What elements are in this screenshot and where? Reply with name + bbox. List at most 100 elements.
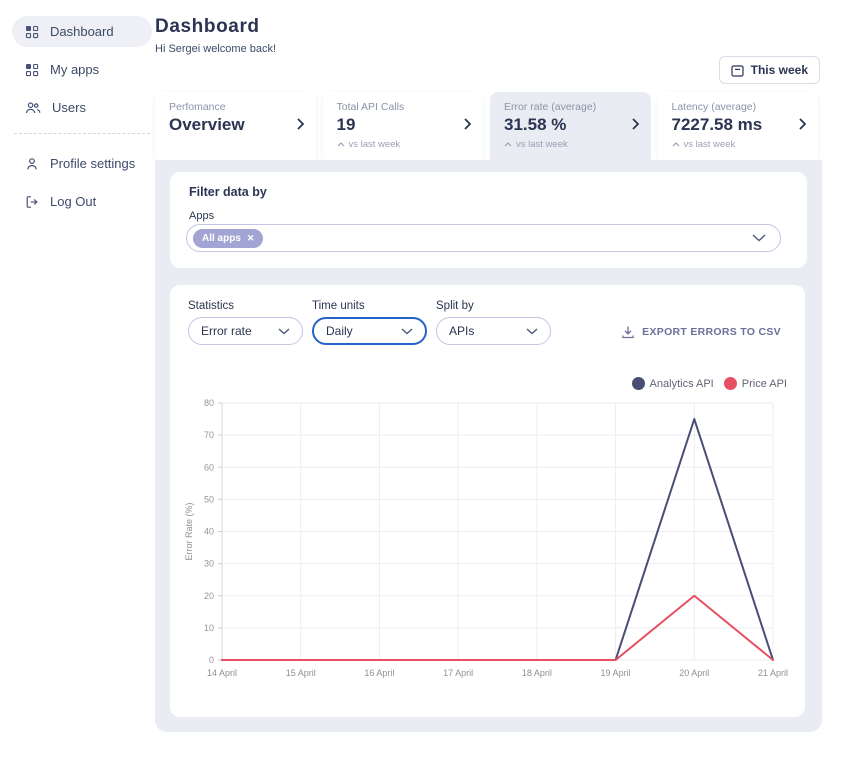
time-units-label: Time units [312, 300, 427, 312]
svg-text:40: 40 [204, 527, 214, 537]
export-csv-button[interactable]: EXPORT ERRORS TO CSV [621, 325, 781, 339]
sidebar-item-label: Dashboard [50, 24, 114, 39]
chevron-up-icon [504, 142, 512, 147]
chevron-up-icon [672, 142, 680, 147]
apps-filter-label: Apps [189, 210, 214, 222]
stat-card-trend: vs last week [672, 139, 793, 150]
stat-card-label: Error rate (average) [504, 101, 625, 113]
users-icon [25, 101, 41, 115]
sidebar-item-users[interactable]: Users [12, 92, 152, 123]
stat-card-trend: vs last week [337, 139, 458, 150]
svg-text:10: 10 [204, 623, 214, 633]
svg-text:18 April: 18 April [522, 668, 552, 678]
time-units-control: Time units Daily [312, 300, 427, 345]
sidebar: Dashboard My apps Users [12, 16, 152, 224]
split-by-selected-value: APIs [449, 324, 474, 338]
stat-card-value: 19 [337, 115, 458, 135]
stat-card-value: Overview [169, 115, 290, 135]
chart-panel: Statistics Error rate Time units Daily [170, 285, 805, 717]
main-content-panel: Filter data by Apps All apps ✕ Statistic… [155, 160, 822, 732]
sidebar-item-label: Profile settings [50, 156, 135, 171]
legend-label: Analytics API [650, 378, 714, 390]
download-icon [621, 325, 635, 339]
svg-text:20: 20 [204, 591, 214, 601]
sidebar-item-label: My apps [50, 62, 99, 77]
time-units-selected-value: Daily [326, 324, 353, 338]
logout-icon [25, 195, 39, 209]
sidebar-item-profile-settings[interactable]: Profile settings [12, 148, 152, 179]
chevron-down-icon[interactable] [752, 229, 766, 247]
chevron-down-icon [278, 324, 290, 338]
chevron-up-icon [337, 142, 345, 147]
svg-text:70: 70 [204, 430, 214, 440]
chevron-right-icon [464, 117, 471, 135]
sidebar-item-my-apps[interactable]: My apps [12, 54, 152, 85]
chevron-right-icon [632, 117, 639, 135]
sidebar-divider [14, 133, 150, 134]
stat-card-total-api-calls[interactable]: Total API Calls 19 vs last week [323, 92, 484, 160]
svg-text:17 April: 17 April [443, 668, 473, 678]
error-rate-line-chart: 0 10 20 30 40 50 60 70 80 14 April 15 April 16 Apri… [182, 390, 794, 690]
stat-card-label: Perfomance [169, 101, 290, 113]
sidebar-item-log-out[interactable]: Log Out [12, 186, 152, 217]
legend-label: Price API [742, 378, 787, 390]
svg-text:14 April: 14 April [207, 668, 237, 678]
stat-card-performance[interactable]: Perfomance Overview [155, 92, 316, 160]
app-window: Dashboard My apps Users [0, 0, 852, 782]
chip-label: All apps [202, 233, 241, 244]
calendar-icon [731, 64, 744, 77]
page-title: Dashboard [155, 16, 260, 38]
stat-card-label: Total API Calls [337, 101, 458, 113]
statistics-select[interactable]: Error rate [188, 317, 303, 345]
sidebar-item-dashboard[interactable]: Dashboard [12, 16, 152, 47]
stat-card-value: 7227.58 ms [672, 115, 793, 135]
svg-text:20 April: 20 April [679, 668, 709, 678]
apps-multiselect[interactable]: All apps ✕ [186, 224, 781, 252]
svg-text:60: 60 [204, 462, 214, 472]
sidebar-item-label: Log Out [50, 194, 96, 209]
time-units-select[interactable]: Daily [312, 317, 427, 345]
statistics-control: Statistics Error rate [188, 300, 303, 345]
chevron-right-icon [799, 117, 806, 135]
split-by-select[interactable]: APIs [436, 317, 551, 345]
page-subtitle: Hi Sergei welcome back! [155, 43, 276, 55]
svg-text:80: 80 [204, 398, 214, 408]
svg-text:16 April: 16 April [364, 668, 394, 678]
svg-text:15 April: 15 April [286, 668, 316, 678]
chevron-right-icon [297, 117, 304, 135]
chevron-down-icon [526, 324, 538, 338]
legend-item-analytics-api[interactable]: Analytics API [632, 377, 714, 390]
legend-dot [724, 377, 737, 390]
split-by-control: Split by APIs [436, 300, 551, 345]
period-selector-label: This week [751, 63, 808, 77]
chart-legend: Analytics API Price API [632, 377, 787, 390]
stat-card-trend: vs last week [504, 139, 625, 150]
svg-text:Error Rate (%): Error Rate (%) [184, 502, 194, 560]
chip-remove-icon[interactable]: ✕ [247, 233, 255, 244]
svg-text:21 April: 21 April [758, 668, 788, 678]
filter-title: Filter data by [189, 185, 267, 199]
stat-card-latency[interactable]: Latency (average) 7227.58 ms vs last wee… [658, 92, 819, 160]
legend-dot [632, 377, 645, 390]
svg-text:30: 30 [204, 559, 214, 569]
svg-text:50: 50 [204, 494, 214, 504]
stat-card-value: 31.58 % [504, 115, 625, 135]
svg-text:19 April: 19 April [601, 668, 631, 678]
app-filter-chip[interactable]: All apps ✕ [193, 229, 263, 248]
period-selector-button[interactable]: This week [719, 56, 820, 84]
export-csv-label: EXPORT ERRORS TO CSV [642, 326, 781, 338]
svg-text:0: 0 [209, 655, 214, 665]
stat-card-label: Latency (average) [672, 101, 793, 113]
grid-icon [25, 25, 39, 39]
chevron-down-icon [401, 324, 413, 338]
statistics-selected-value: Error rate [201, 324, 252, 338]
person-icon [25, 157, 39, 171]
stat-cards-row: Perfomance Overview Total API Calls 19 v… [155, 92, 818, 160]
grid-icon [25, 63, 39, 77]
filter-panel: Filter data by Apps All apps ✕ [170, 172, 807, 268]
sidebar-item-label: Users [52, 100, 86, 115]
legend-item-price-api[interactable]: Price API [724, 377, 787, 390]
stat-card-error-rate[interactable]: Error rate (average) 31.58 % vs last wee… [490, 92, 651, 160]
split-by-label: Split by [436, 300, 551, 312]
statistics-label: Statistics [188, 300, 303, 312]
